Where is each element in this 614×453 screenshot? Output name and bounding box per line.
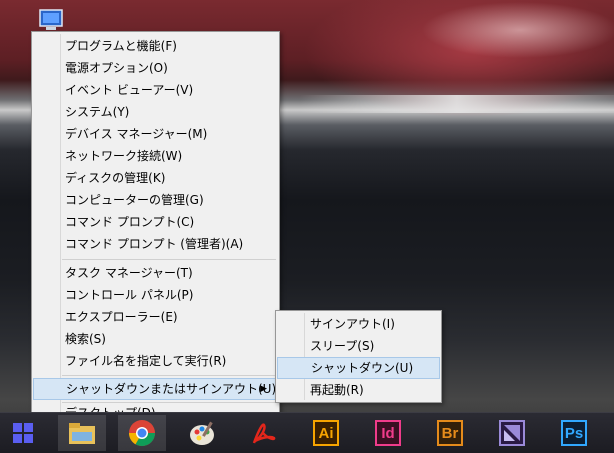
menu-item-search[interactable]: 検索(S) xyxy=(33,328,278,350)
submenu-item-signout[interactable]: サインアウト(I) xyxy=(277,313,440,335)
menu-item-command-prompt[interactable]: コマンド プロンプト(C) xyxy=(33,211,278,233)
submenu-arrow-icon: ▶ xyxy=(260,384,267,394)
file-explorer-icon xyxy=(69,423,95,444)
menu-item-control-panel[interactable]: コントロール パネル(P) xyxy=(33,284,278,306)
menu-item-power-options[interactable]: 電源オプション(O) xyxy=(33,57,278,79)
taskbar-illustrator[interactable]: Ai xyxy=(302,415,350,451)
shutdown-submenu: サインアウト(I) スリープ(S) シャットダウン(U) 再起動(R) xyxy=(275,310,442,403)
menu-item-computer-management[interactable]: コンピューターの管理(G) xyxy=(33,189,278,211)
bridge-icon: Br xyxy=(437,420,463,446)
menu-item-run[interactable]: ファイル名を指定して実行(R) xyxy=(33,350,278,372)
menu-separator xyxy=(62,259,276,260)
menu-item-task-manager[interactable]: タスク マネージャー(T) xyxy=(33,262,278,284)
menu-item-programs-features[interactable]: プログラムと機能(F) xyxy=(33,35,278,57)
paint-icon xyxy=(190,421,214,445)
submenu-item-sleep[interactable]: スリープ(S) xyxy=(277,335,440,357)
menu-item-event-viewer[interactable]: イベント ビューアー(V) xyxy=(33,79,278,101)
wallpaper-glare xyxy=(300,95,614,113)
submenu-item-shutdown[interactable]: シャットダウン(U) xyxy=(277,357,440,379)
taskbar-chrome[interactable] xyxy=(118,415,166,451)
chrome-icon xyxy=(128,420,156,447)
photoshop-icon: Ps xyxy=(561,420,587,446)
acrobat-icon xyxy=(252,423,276,444)
taskbar-paint[interactable] xyxy=(178,415,226,451)
submenu-item-restart[interactable]: 再起動(R) xyxy=(277,379,440,401)
taskbar-premiere[interactable] xyxy=(488,415,536,451)
power-user-menu: プログラムと機能(F) 電源オプション(O) イベント ビューアー(V) システ… xyxy=(31,31,280,427)
taskbar-photoshop[interactable]: Ps xyxy=(550,415,598,451)
taskbar: Ai Id Br Ps xyxy=(0,412,614,453)
taskbar-indesign[interactable]: Id xyxy=(364,415,412,451)
menu-item-disk-management[interactable]: ディスクの管理(K) xyxy=(33,167,278,189)
menu-item-explorer[interactable]: エクスプローラー(E) xyxy=(33,306,278,328)
windows-logo-icon xyxy=(13,423,33,443)
taskbar-file-explorer[interactable] xyxy=(58,415,106,451)
taskbar-bridge[interactable]: Br xyxy=(426,415,474,451)
start-button[interactable] xyxy=(0,415,46,451)
premiere-icon xyxy=(499,420,525,446)
indesign-icon: Id xyxy=(375,420,401,446)
menu-item-system[interactable]: システム(Y) xyxy=(33,101,278,123)
menu-item-shutdown-signout[interactable]: シャットダウンまたはサインアウト(U) ▶ xyxy=(33,378,278,400)
menu-item-network-connections[interactable]: ネットワーク接続(W) xyxy=(33,145,278,167)
menu-item-shutdown-signout-label: シャットダウンまたはサインアウト(U) xyxy=(66,382,277,396)
illustrator-icon: Ai xyxy=(313,420,339,446)
taskbar-acrobat[interactable] xyxy=(240,415,288,451)
menu-separator xyxy=(62,375,276,376)
menu-item-command-prompt-admin[interactable]: コマンド プロンプト (管理者)(A) xyxy=(33,233,278,255)
menu-item-device-manager[interactable]: デバイス マネージャー(M) xyxy=(33,123,278,145)
